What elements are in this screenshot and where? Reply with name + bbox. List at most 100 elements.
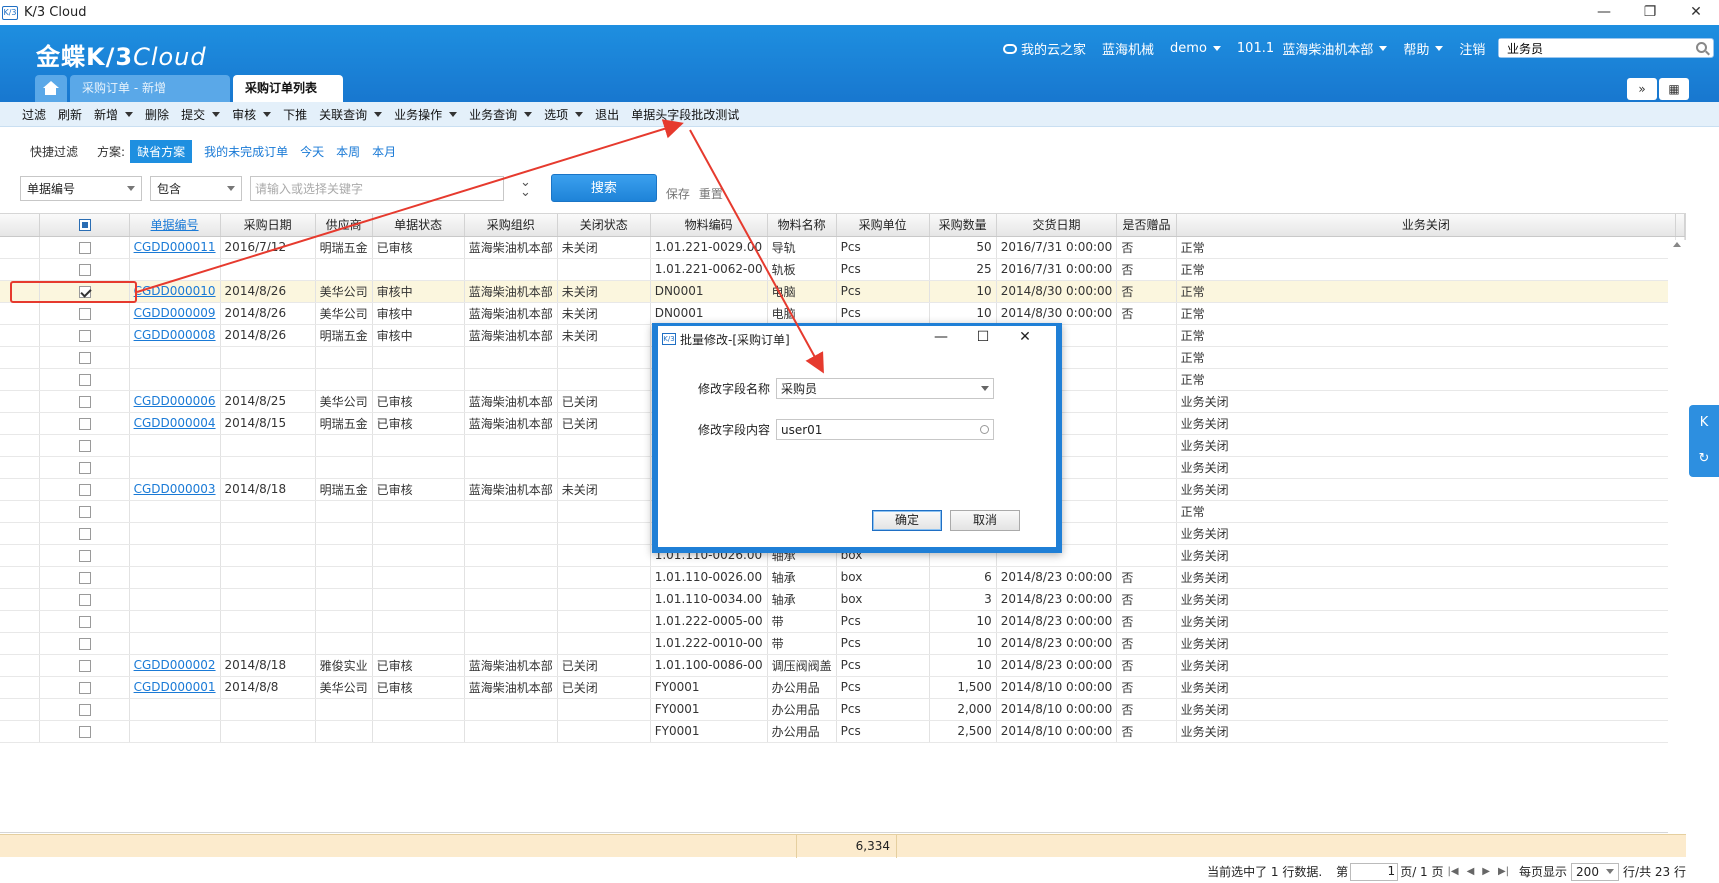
org-menu[interactable]: 101.1 蓝海柴油机本部 (1237, 39, 1388, 58)
column-header[interactable]: 交货日期 (996, 214, 1118, 237)
row-checkbox[interactable] (78, 549, 91, 562)
last-page-icon[interactable]: ▶| (1498, 866, 1509, 877)
scroll-up-icon[interactable] (1673, 242, 1681, 247)
row-checkbox-cell[interactable] (39, 720, 130, 743)
grid-menu-icon[interactable]: ▦ (1659, 78, 1689, 100)
row-checkbox-cell[interactable] (39, 478, 130, 501)
filter-button[interactable]: 过滤 (22, 106, 46, 123)
table-row[interactable]: 1.01.222-0005-00 带 Pcs 10 2014/8/23 0:00:00 否… (0, 610, 1685, 633)
minimize-button[interactable]: — (1581, 0, 1627, 25)
column-header[interactable]: 采购单位 (836, 214, 930, 237)
row-checkbox-cell[interactable] (39, 500, 130, 523)
page-input[interactable]: 1 (1350, 862, 1399, 881)
global-search-input[interactable] (1499, 39, 1679, 57)
column-header[interactable]: 是否赠品 (1116, 214, 1177, 237)
column-header[interactable]: 业务关闭 (1176, 214, 1677, 237)
row-checkbox[interactable] (78, 681, 91, 694)
dialog-close-button[interactable]: ✕ (1004, 329, 1046, 345)
row-checkbox[interactable] (78, 417, 91, 430)
table-row[interactable]: CGDD000011 2016/7/12 明瑞五金 已审核 蓝海柴油机本部 未关闭 1.01… (0, 236, 1685, 259)
column-header[interactable]: 采购组织 (464, 214, 558, 237)
table-row[interactable]: 1.01.110-0034.00 轴承 box 3 2014/8/23 0:00:00 否… (0, 588, 1685, 611)
row-checkbox[interactable] (78, 329, 91, 342)
restore-button[interactable]: ❐ (1627, 0, 1673, 25)
my-cloud-link[interactable]: 我的云之家 (1003, 39, 1086, 58)
next-page-icon[interactable]: ▶ (1482, 866, 1490, 877)
push-down-button[interactable]: 下推 (283, 106, 307, 123)
row-checkbox[interactable] (78, 373, 91, 386)
row-checkbox-cell[interactable] (39, 236, 130, 259)
table-row[interactable]: FY0001 办公用品 Pcs 2,500 2014/8/10 0:00:00 否业务关闭 (0, 720, 1685, 743)
cancel-button[interactable]: 取消 (950, 510, 1020, 531)
table-cell[interactable]: CGDD000003 (129, 478, 221, 501)
table-cell[interactable]: CGDD000011 (129, 236, 221, 259)
row-checkbox[interactable] (78, 351, 91, 364)
column-header[interactable]: 单据编号 (129, 214, 221, 237)
row-checkbox-cell[interactable] (39, 676, 130, 699)
k3-assistant-icon[interactable]: K (1689, 405, 1719, 441)
row-checkbox[interactable] (78, 263, 91, 276)
column-header[interactable]: 采购数量 (929, 214, 997, 237)
column-header[interactable]: 物料编码 (650, 214, 768, 237)
batch-edit-header-field-button[interactable]: 单据头字段批改测试 (631, 106, 739, 123)
row-checkbox-cell[interactable] (39, 258, 130, 281)
column-header[interactable]: 关闭状态 (557, 214, 651, 237)
plan-today[interactable]: 今天 (300, 143, 324, 160)
table-cell[interactable]: CGDD000010 (129, 280, 221, 303)
reset-link[interactable]: 重置 (699, 185, 723, 202)
row-checkbox[interactable] (78, 395, 91, 408)
column-header[interactable]: 采购日期 (220, 214, 316, 237)
ok-button[interactable]: 确定 (872, 510, 942, 531)
field-content-input[interactable]: user01 (776, 419, 994, 440)
submit-button[interactable]: 提交 (181, 106, 221, 123)
table-row[interactable]: 1.01.110-0026.00 轴承 box 6 2014/8/23 0:00:00 否… (0, 566, 1685, 589)
row-checkbox-cell[interactable] (39, 566, 130, 589)
select-all-checkbox[interactable] (39, 214, 130, 237)
plan-this-month[interactable]: 本月 (372, 143, 396, 160)
delete-button[interactable]: 删除 (145, 106, 169, 123)
cloud-sync-icon[interactable]: ↻ (1689, 441, 1719, 477)
checkbox[interactable] (78, 219, 91, 232)
company-link[interactable]: 蓝海机械 (1102, 39, 1154, 58)
row-checkbox-cell[interactable] (39, 324, 130, 347)
row-checkbox-cell[interactable] (39, 302, 130, 325)
tab-purchase-order-new[interactable]: 采购订单 - 新增 (70, 75, 230, 102)
plan-default[interactable]: 缺省方案 (130, 139, 193, 163)
dialog-minimize-button[interactable]: — (920, 329, 962, 345)
column-header[interactable]: 物料名称 (767, 214, 837, 237)
expand-filter-icon[interactable]: ⌄ ⌄ (520, 176, 531, 199)
table-row[interactable]: 1.01.221-0062-00 轨板 Pcs 25 2016/7/31 0:00:00… (0, 258, 1685, 281)
row-checkbox-cell[interactable] (39, 434, 130, 457)
row-checkbox-cell[interactable] (39, 632, 130, 655)
table-row[interactable]: FY0001 办公用品 Pcs 2,000 2014/8/10 0:00:00 否业务关闭 (0, 698, 1685, 721)
plan-this-week[interactable]: 本周 (336, 143, 360, 160)
row-checkbox-cell[interactable] (39, 654, 130, 677)
row-checkbox[interactable] (78, 637, 91, 650)
table-row[interactable]: CGDD000002 2014/8/18 雅俊实业 已审核 蓝海柴油机本部 已关闭 1.01… (0, 654, 1685, 677)
table-row[interactable]: CGDD000010 2014/8/26 美华公司 审核中 蓝海柴油机本部 未关闭 DN00… (0, 280, 1685, 303)
user-menu[interactable]: demo (1170, 39, 1221, 58)
page-size-select[interactable]: 200 (1571, 862, 1620, 881)
logout-link[interactable]: 注销 (1459, 39, 1485, 58)
exit-button[interactable]: 退出 (595, 106, 619, 123)
row-checkbox[interactable] (78, 593, 91, 606)
table-row[interactable]: 1.01.222-0010-00 带 Pcs 10 2014/8/23 0:00:00 否… (0, 632, 1685, 655)
table-cell[interactable]: CGDD000006 (129, 390, 221, 413)
row-checkbox[interactable] (78, 461, 91, 474)
row-checkbox-cell[interactable] (39, 412, 130, 435)
options-button[interactable]: 选项 (544, 106, 584, 123)
audit-button[interactable]: 审核 (232, 106, 272, 123)
row-checkbox[interactable] (78, 307, 91, 320)
vertical-scrollbar[interactable] (1668, 240, 1686, 860)
row-checkbox-cell[interactable] (39, 588, 130, 611)
dialog-maximize-button[interactable]: ☐ (962, 329, 1004, 345)
business-operation-button[interactable]: 业务操作 (394, 106, 458, 123)
new-button[interactable]: 新增 (94, 106, 134, 123)
table-cell[interactable]: CGDD000008 (129, 324, 221, 347)
row-checkbox[interactable] (78, 241, 91, 254)
table-cell[interactable]: CGDD000002 (129, 654, 221, 677)
plan-my-unfinished[interactable]: 我的未完成订单 (204, 143, 288, 160)
home-tab[interactable] (35, 75, 67, 102)
tab-purchase-order-list[interactable]: 采购订单列表× (233, 75, 343, 122)
row-checkbox[interactable] (78, 571, 91, 584)
